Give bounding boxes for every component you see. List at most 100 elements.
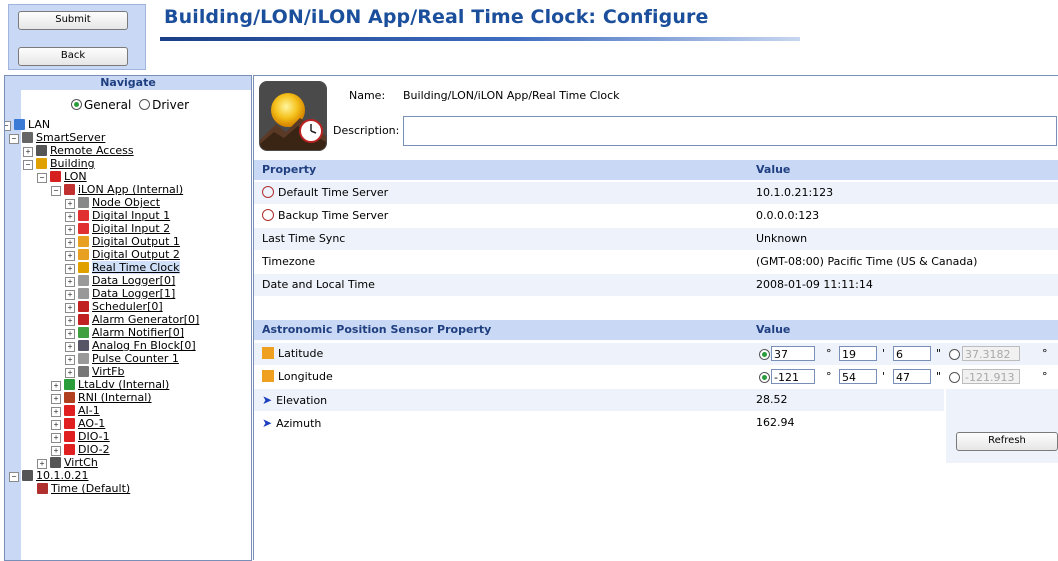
tree-item-label[interactable]: DIO-2 <box>78 443 110 456</box>
longitude-decimal-radio[interactable] <box>949 372 960 383</box>
collapse-toggle-icon[interactable]: − <box>23 160 33 170</box>
collapse-toggle-icon[interactable]: − <box>37 173 47 183</box>
tree-item[interactable]: + Analog Fn Block[0] <box>65 339 196 352</box>
tree-item[interactable]: + Node Object <box>65 196 160 209</box>
tree-item-label[interactable]: Node Object <box>92 196 160 209</box>
expand-toggle-icon[interactable]: + <box>23 147 33 157</box>
tree-item-label[interactable]: LON <box>64 170 87 183</box>
expand-toggle-icon[interactable]: + <box>65 368 75 378</box>
tree-item-label[interactable]: VirtFb <box>92 365 124 378</box>
tree-item-label[interactable]: VirtCh <box>64 456 98 469</box>
driver-radio[interactable] <box>139 99 151 110</box>
tree-item-label[interactable]: AO-1 <box>78 417 105 430</box>
tree-item[interactable]: + RNI (Internal) <box>51 391 152 404</box>
collapse-toggle-icon[interactable]: − <box>5 121 11 131</box>
tree-item-label[interactable]: AI-1 <box>78 404 100 417</box>
tree-item[interactable]: − SmartServer <box>9 131 105 144</box>
tree-item[interactable]: + Scheduler[0] <box>65 300 163 313</box>
tree-item[interactable]: + Alarm Notifier[0] <box>65 326 184 339</box>
tree-item-label[interactable]: Real Time Clock <box>92 261 180 274</box>
tree-item[interactable]: + DIO-1 <box>51 430 110 443</box>
tree-item-label[interactable]: DIO-1 <box>78 430 110 443</box>
tree-item[interactable]: + AO-1 <box>51 417 105 430</box>
tree-item[interactable]: − iLON App (Internal) <box>51 183 183 196</box>
latitude-seconds-input[interactable]: 6 <box>893 346 931 361</box>
expand-toggle-icon[interactable]: + <box>51 407 61 417</box>
collapse-toggle-icon[interactable]: − <box>51 186 61 196</box>
expand-toggle-icon[interactable]: + <box>37 459 47 469</box>
tree-item[interactable]: + Data Logger[0] <box>65 274 175 287</box>
expand-toggle-icon[interactable]: + <box>65 355 75 365</box>
tree-item-label[interactable]: Scheduler[0] <box>92 300 163 313</box>
tree-item[interactable]: + Digital Input 2 <box>65 222 170 235</box>
longitude-decimal-input[interactable]: -121.913 <box>962 369 1020 384</box>
expand-toggle-icon[interactable]: + <box>65 212 75 222</box>
longitude-minutes-input[interactable]: 54 <box>839 369 877 384</box>
tree-item-label[interactable]: LtaLdv (Internal) <box>78 378 169 391</box>
tree-item-label[interactable]: Data Logger[0] <box>92 274 175 287</box>
expand-toggle-icon[interactable]: + <box>51 433 61 443</box>
expand-toggle-icon[interactable]: + <box>51 394 61 404</box>
tree-item-label[interactable]: LAN <box>28 118 50 131</box>
tree-item[interactable]: − LON <box>37 170 87 183</box>
tree-item-label[interactable]: Digital Input 1 <box>92 209 170 222</box>
expand-toggle-icon[interactable]: + <box>65 238 75 248</box>
collapse-toggle-icon[interactable]: − <box>9 134 19 144</box>
expand-toggle-icon[interactable]: + <box>65 264 75 274</box>
tree-item[interactable]: + Alarm Generator[0] <box>65 313 199 326</box>
description-input[interactable] <box>403 116 1057 146</box>
tree-item-label[interactable]: Digital Output 2 <box>92 248 180 261</box>
tree-item-label[interactable]: iLON App (Internal) <box>78 183 183 196</box>
refresh-button[interactable]: Refresh <box>956 432 1058 451</box>
tree-item[interactable]: + Digital Output 2 <box>65 248 180 261</box>
tree-item[interactable]: + Digital Input 1 <box>65 209 170 222</box>
tree-item-label[interactable]: Digital Output 1 <box>92 235 180 248</box>
expand-toggle-icon[interactable]: + <box>65 303 75 313</box>
general-radio[interactable] <box>71 99 82 110</box>
longitude-dms-radio[interactable] <box>759 372 770 383</box>
collapse-toggle-icon[interactable]: − <box>9 472 19 482</box>
submit-button[interactable]: Submit <box>18 11 128 30</box>
expand-toggle-icon[interactable]: + <box>65 329 75 339</box>
tree-item-label[interactable]: SmartServer <box>36 131 105 144</box>
expand-toggle-icon[interactable]: + <box>65 342 75 352</box>
tree-item[interactable]: + VirtFb <box>65 365 124 378</box>
tree-item[interactable]: − LAN <box>5 118 50 131</box>
expand-toggle-icon[interactable]: + <box>51 420 61 430</box>
tree-item-label[interactable]: Alarm Generator[0] <box>92 313 199 326</box>
expand-toggle-icon[interactable]: + <box>51 446 61 456</box>
expand-toggle-icon[interactable]: + <box>65 199 75 209</box>
tree-item-label[interactable]: Digital Input 2 <box>92 222 170 235</box>
tree-item[interactable]: + DIO-2 <box>51 443 110 456</box>
tree-item-label[interactable]: Building <box>50 157 95 170</box>
tree-item-label[interactable]: Analog Fn Block[0] <box>92 339 196 352</box>
driver-radio-label[interactable]: Driver <box>152 98 189 112</box>
tree-item[interactable]: − 10.1.0.21 <box>9 469 88 482</box>
expand-toggle-icon[interactable]: + <box>65 316 75 326</box>
tree-item-label[interactable]: Pulse Counter 1 <box>92 352 179 365</box>
latitude-decimal-radio[interactable] <box>949 349 960 360</box>
tree-item[interactable]: + VirtCh <box>37 456 98 469</box>
tree-item[interactable]: + LtaLdv (Internal) <box>51 378 169 391</box>
tree-item-label[interactable]: Alarm Notifier[0] <box>92 326 184 339</box>
tree-item[interactable]: + AI-1 <box>51 404 100 417</box>
latitude-minutes-input[interactable]: 19 <box>839 346 877 361</box>
back-button[interactable]: Back <box>18 47 128 66</box>
tree-item-label[interactable]: Remote Access <box>50 144 134 157</box>
general-radio-label[interactable]: General <box>84 98 131 112</box>
expand-toggle-icon[interactable]: + <box>65 290 75 300</box>
tree-item[interactable]: + Data Logger[1] <box>65 287 175 300</box>
tree-item-label[interactable]: 10.1.0.21 <box>36 469 88 482</box>
expand-toggle-icon[interactable]: + <box>65 225 75 235</box>
tree-item[interactable]: Time (Default) <box>23 482 130 495</box>
latitude-dms-radio[interactable] <box>759 349 770 360</box>
tree-item-label[interactable]: Time (Default) <box>51 482 130 495</box>
tree-item[interactable]: + Real Time Clock <box>65 261 180 274</box>
tree-item[interactable]: + Pulse Counter 1 <box>65 352 179 365</box>
latitude-degrees-input[interactable]: 37 <box>771 346 815 361</box>
longitude-degrees-input[interactable]: -121 <box>771 369 815 384</box>
expand-toggle-icon[interactable]: + <box>65 251 75 261</box>
tree-item[interactable]: + Remote Access <box>23 144 134 157</box>
expand-toggle-icon[interactable]: + <box>65 277 75 287</box>
tree-item-label[interactable]: RNI (Internal) <box>78 391 152 404</box>
